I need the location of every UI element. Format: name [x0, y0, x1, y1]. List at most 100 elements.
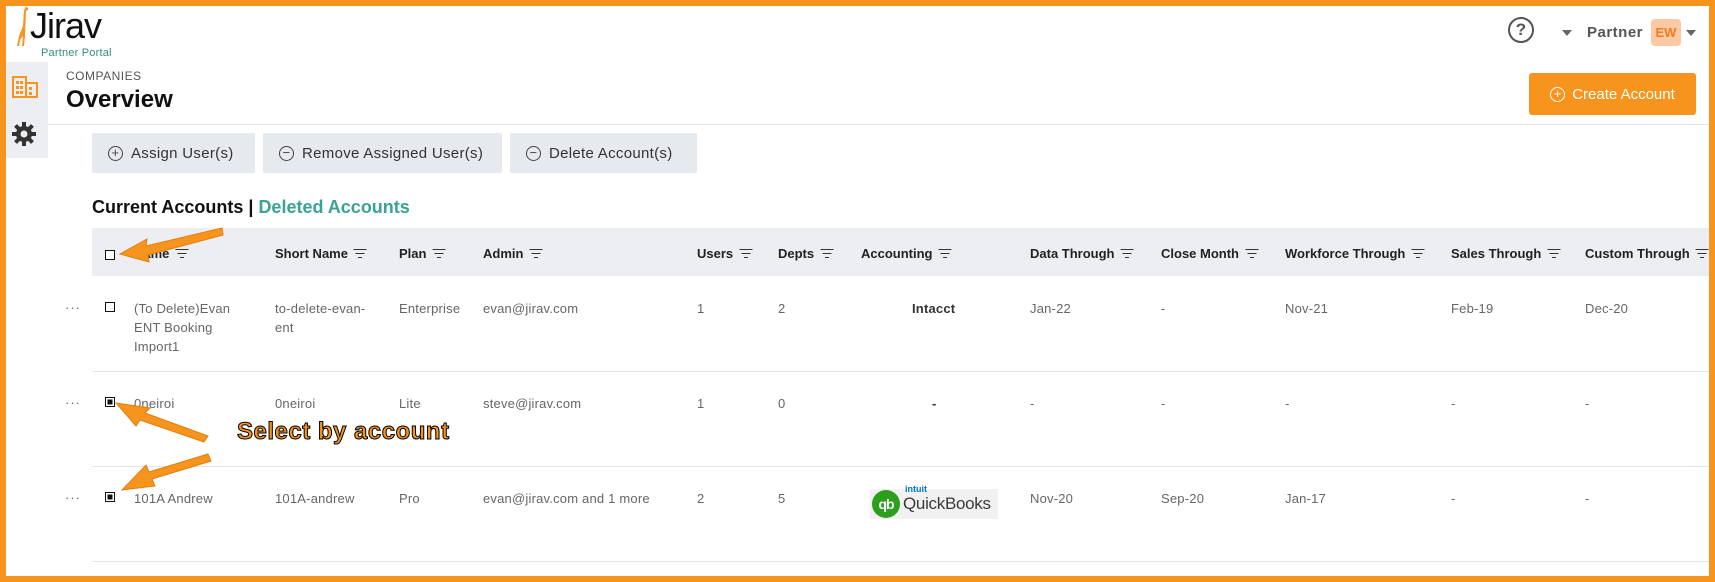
quickbooks-wordmark: intuit QuickBooks: [903, 484, 991, 514]
cell-custom-through: Dec-20: [1585, 301, 1629, 316]
filter-icon[interactable]: [938, 248, 952, 259]
cell-name-line: 0neiroi: [134, 396, 175, 411]
column-label: Sales Through: [1451, 246, 1542, 261]
gear-icon[interactable]: [11, 121, 37, 147]
cell-workforce-through: -: [1285, 396, 1290, 411]
row-select-checkbox[interactable]: [105, 492, 115, 502]
cell-accounting: Intacct: [912, 301, 956, 316]
logo-wordmark[interactable]: Jirav: [30, 8, 102, 44]
tab-current-accounts[interactable]: Current Accounts: [92, 197, 243, 217]
plus-circle-icon: +: [108, 145, 123, 161]
row-select-checkbox[interactable]: [105, 302, 115, 312]
filter-icon[interactable]: [175, 248, 189, 259]
minus-circle-icon: −: [279, 145, 294, 161]
cell-name[interactable]: 0neiroi: [134, 394, 174, 413]
cell-custom-through: -: [1585, 491, 1590, 506]
cell-users: 1: [697, 301, 705, 316]
help-dropdown-chevron-icon[interactable]: [1562, 30, 1572, 36]
cell-admin: evan@jirav.com: [483, 301, 579, 316]
filter-icon[interactable]: [739, 248, 753, 259]
filter-icon[interactable]: [1547, 248, 1561, 259]
cell-depts: 2: [778, 301, 786, 316]
column-label: Short Name: [275, 246, 348, 261]
column-header-plan[interactable]: Plan: [399, 246, 446, 261]
column-header-custom-through[interactable]: Custom Through: [1585, 246, 1709, 261]
cell-short-name: 0neiroi: [275, 394, 315, 413]
cell-custom-through: -: [1585, 396, 1590, 411]
filter-icon[interactable]: [529, 248, 543, 259]
column-label: Plan: [399, 246, 427, 261]
cell-admin: evan@jirav.com and 1 more: [483, 491, 650, 506]
giraffe-logo-icon: [17, 6, 28, 46]
user-avatar[interactable]: EW: [1651, 19, 1681, 46]
filter-icon[interactable]: [1411, 248, 1425, 259]
plus-circle-icon: +: [1550, 86, 1566, 102]
column-header-depts[interactable]: Depts: [778, 246, 834, 261]
filter-icon[interactable]: [432, 248, 446, 259]
cell-name[interactable]: (To Delete)Evan ENT Booking Import1: [134, 299, 230, 356]
cell-plan: Lite: [399, 396, 421, 411]
annotation-label: Select by account: [237, 418, 450, 446]
column-header-name[interactable]: Name: [134, 246, 189, 261]
header-divider: [48, 124, 1709, 125]
filter-icon[interactable]: [820, 248, 834, 259]
row-actions-menu-icon[interactable]: ···: [65, 490, 81, 505]
row-actions-menu-icon[interactable]: ···: [65, 300, 81, 315]
cell-name[interactable]: 101A Andrew: [134, 489, 213, 508]
cell-name-line: 101A Andrew: [134, 491, 213, 506]
row-divider: [92, 561, 1709, 562]
cell-short-name-line: ent: [275, 320, 294, 335]
delete-accounts-button[interactable]: − Delete Account(s): [510, 133, 697, 173]
filter-icon[interactable]: [1245, 248, 1258, 259]
cell-sales-through: -: [1451, 396, 1456, 411]
column-header-close-month[interactable]: Close Month: [1161, 246, 1258, 261]
assign-users-button[interactable]: + Assign User(s): [92, 133, 255, 173]
column-header-sales-through[interactable]: Sales Through: [1451, 246, 1561, 261]
filter-icon[interactable]: [353, 248, 367, 259]
assign-users-label: Assign User(s): [131, 144, 234, 162]
select-all-checkbox[interactable]: [105, 250, 115, 260]
cell-accounting: -: [932, 396, 937, 411]
remove-assigned-users-label: Remove Assigned User(s): [302, 144, 484, 162]
breadcrumb[interactable]: COMPANIES: [66, 69, 142, 83]
intuit-label: intuit: [905, 484, 927, 494]
cell-close-month: -: [1161, 301, 1166, 316]
quickbooks-label: QuickBooks: [903, 494, 991, 513]
column-header-users[interactable]: Users: [697, 246, 753, 261]
column-label: Depts: [778, 246, 815, 261]
column-header-short-name[interactable]: Short Name: [275, 246, 367, 261]
column-header-admin[interactable]: Admin: [483, 246, 543, 261]
user-menu-chevron-icon[interactable]: [1686, 30, 1696, 36]
create-account-button[interactable]: + Create Account: [1529, 73, 1696, 115]
cell-users: 1: [697, 396, 705, 411]
building-icon[interactable]: [12, 74, 38, 98]
tab-deleted-accounts[interactable]: Deleted Accounts: [258, 197, 409, 217]
column-header-accounting[interactable]: Accounting: [861, 246, 952, 261]
column-label: Custom Through: [1585, 246, 1690, 261]
filter-icon[interactable]: [1120, 248, 1134, 259]
row-select-checkbox[interactable]: [105, 397, 115, 407]
page-title: Overview: [66, 86, 173, 113]
create-account-label: Create Account: [1572, 85, 1675, 103]
user-menu-label[interactable]: Partner: [1587, 24, 1643, 41]
column-header-data-through[interactable]: Data Through: [1030, 246, 1134, 261]
remove-assigned-users-button[interactable]: − Remove Assigned User(s): [263, 133, 502, 173]
column-header-workforce-through[interactable]: Workforce Through: [1285, 246, 1425, 261]
cell-name-line: (To Delete)Evan: [134, 301, 231, 316]
cell-data-through: Jan-22: [1030, 301, 1071, 316]
help-question-icon[interactable]: ?: [1508, 17, 1534, 43]
column-label: Users: [697, 246, 734, 261]
cell-short-name: to-delete-evan- ent: [275, 299, 365, 337]
cell-plan: Pro: [399, 491, 420, 506]
cell-plan: Enterprise: [399, 301, 461, 316]
column-label: Close Month: [1161, 246, 1239, 261]
cell-data-through: Nov-20: [1030, 491, 1074, 506]
cell-depts: 5: [778, 491, 786, 506]
filter-icon[interactable]: [1695, 248, 1709, 259]
cell-name-line: Import1: [134, 339, 180, 354]
row-actions-menu-icon[interactable]: ···: [65, 395, 81, 410]
cell-close-month: -: [1161, 396, 1166, 411]
cell-workforce-through: Jan-17: [1285, 491, 1326, 506]
cell-admin: steve@jirav.com: [483, 396, 582, 411]
screenshot-frame: [0, 0, 1715, 582]
